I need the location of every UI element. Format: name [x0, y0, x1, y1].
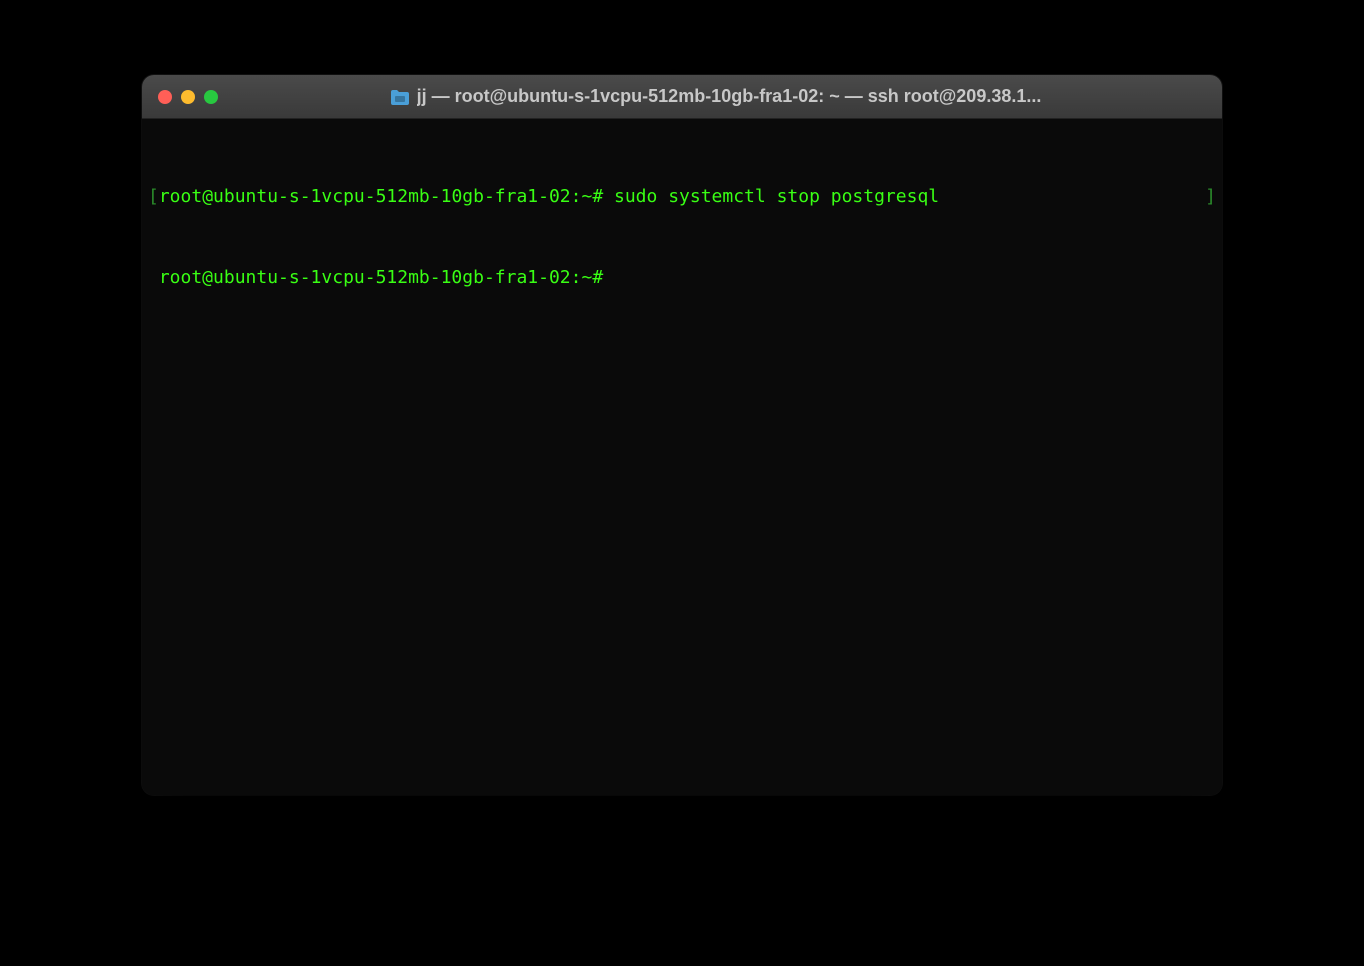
- shell-prompt-2: root@ubuntu-s-1vcpu-512mb-10gb-fra1-02:~…: [148, 264, 1216, 291]
- bracket-open: [: [148, 186, 159, 207]
- close-button[interactable]: [158, 90, 172, 104]
- window-titlebar[interactable]: jj — root@ubuntu-s-1vcpu-512mb-10gb-fra1…: [142, 75, 1222, 119]
- minimize-button[interactable]: [181, 90, 195, 104]
- shell-prompt-1: root@ubuntu-s-1vcpu-512mb-10gb-fra1-02:~…: [159, 186, 603, 207]
- terminal-line-1: [root@ubuntu-s-1vcpu-512mb-10gb-fra1-02:…: [148, 183, 1216, 210]
- command-text: sudo systemctl stop postgresql: [603, 186, 939, 207]
- terminal-content[interactable]: [root@ubuntu-s-1vcpu-512mb-10gb-fra1-02:…: [142, 119, 1222, 795]
- window-title: jj — root@ubuntu-s-1vcpu-512mb-10gb-fra1…: [417, 86, 1042, 107]
- maximize-button[interactable]: [204, 90, 218, 104]
- window-controls: [158, 90, 218, 104]
- terminal-window: jj — root@ubuntu-s-1vcpu-512mb-10gb-fra1…: [142, 75, 1222, 795]
- folder-icon: [391, 89, 409, 105]
- window-title-container: jj — root@ubuntu-s-1vcpu-512mb-10gb-fra1…: [226, 86, 1206, 107]
- bracket-close: ]: [1205, 183, 1216, 210]
